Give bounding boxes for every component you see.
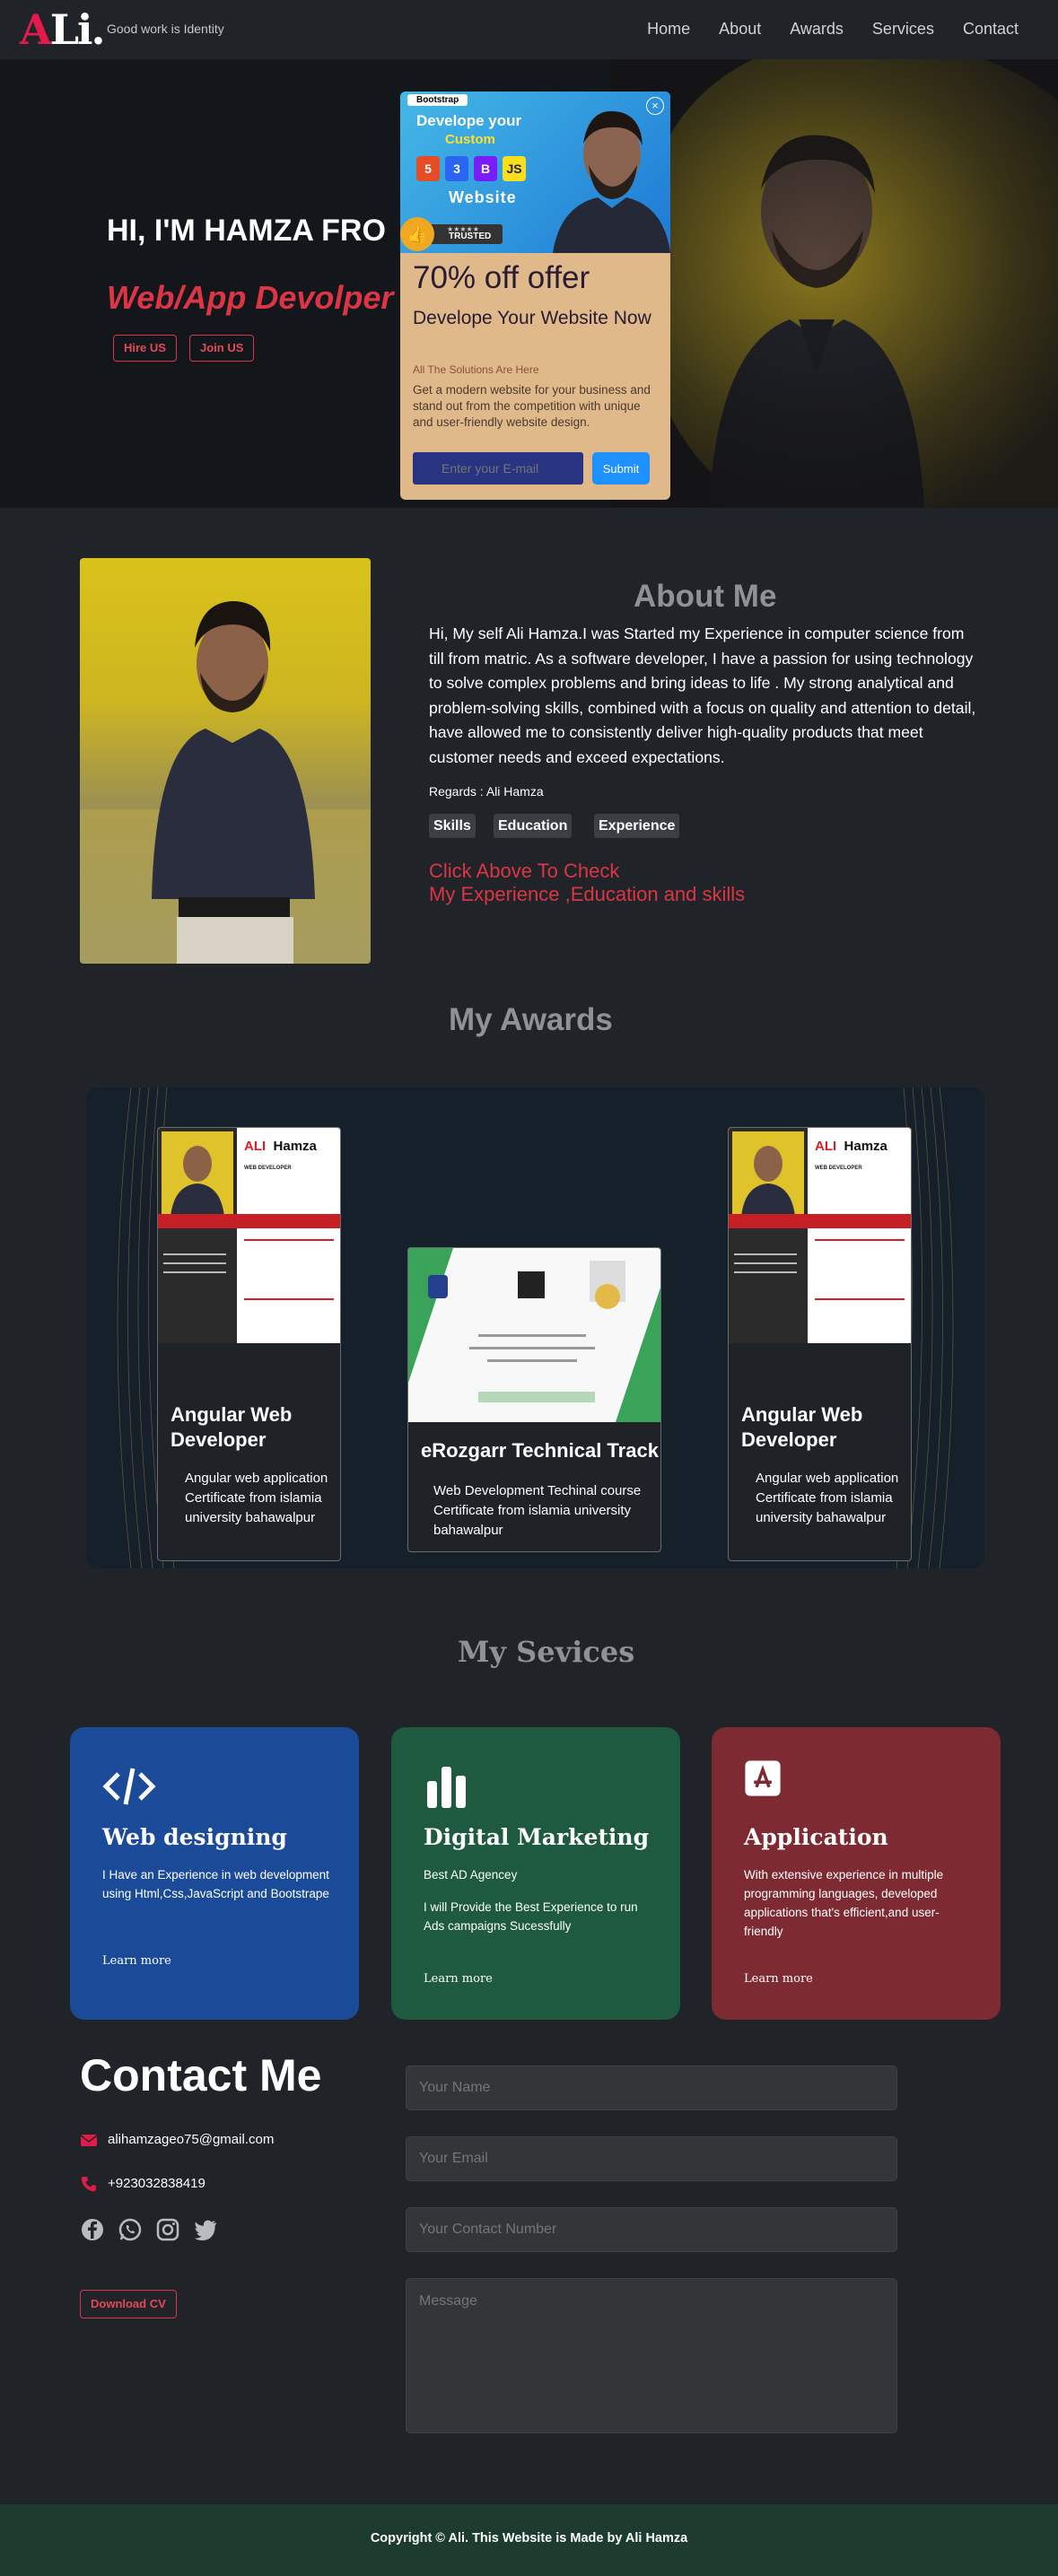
instagram-icon[interactable] (155, 2217, 180, 2242)
html5-icon: 5 (416, 156, 440, 181)
cv-image: ALI Hamza WEB DEVELOPER (729, 1128, 911, 1343)
offer-heading: 70% off offer (413, 260, 590, 295)
offer-description: Get a modern website for your business a… (413, 383, 651, 429)
banner-line-1: Develope your (416, 112, 522, 129)
nav-home[interactable]: Home (647, 20, 690, 39)
learn-more-link[interactable]: Learn more (744, 1972, 813, 1986)
award-title: Angular Web Developer (741, 1403, 863, 1451)
app-store-icon (745, 1760, 781, 1796)
popup-submit-button[interactable]: Submit (592, 452, 650, 485)
twitter-icon[interactable] (193, 2217, 218, 2242)
navbar: ALi. Good work is Identity Home About Aw… (0, 0, 1058, 59)
award-card[interactable]: ALI Hamza WEB DEVELOPER Angular Web Deve… (728, 1127, 912, 1561)
contact-title: Contact Me (80, 2050, 322, 2100)
logo[interactable]: ALi. (20, 5, 106, 54)
cv-image: ALI Hamza WEB DEVELOPER (158, 1128, 340, 1343)
banner-line-2: Custom (445, 132, 495, 147)
javascript-icon: JS (503, 156, 526, 181)
popup-email-input[interactable] (413, 452, 583, 485)
skills-tab[interactable]: Skills (429, 814, 476, 838)
award-card[interactable]: ALI Hamza WEB DEVELOPER Angular Web Deve… (157, 1127, 341, 1561)
nav-links: Home About Awards Services Contact (618, 20, 1019, 39)
banner-line-3: Website (449, 188, 517, 206)
service-title: Web designing (102, 1824, 287, 1850)
facebook-icon[interactable] (80, 2217, 105, 2242)
service-card-marketing: Digital Marketing Best AD Agencey I will … (391, 1727, 680, 2020)
footer: Copyright © Ali. This Website is Made by… (0, 2504, 1058, 2576)
certificate-image (408, 1248, 660, 1422)
whatsapp-icon[interactable] (118, 2217, 143, 2242)
name-input[interactable] (406, 2065, 897, 2110)
about-title: About Me (634, 579, 777, 614)
service-title: Application (744, 1824, 888, 1850)
footer-copyright: Copyright © Ali. This Website is Made by… (370, 2531, 688, 2545)
email-input[interactable] (406, 2136, 897, 2181)
about-regards: Regards : Ali Hamza (429, 784, 544, 799)
popup-portrait (553, 110, 670, 253)
offer-subheading: Develope Your Website Now (413, 308, 651, 328)
tagline: Good work is Identity (107, 22, 224, 36)
join-us-button[interactable]: Join US (189, 335, 255, 362)
bootstrap-icon: B (474, 156, 497, 181)
services-title: My Sevices (458, 1635, 635, 1669)
hero-overlay (610, 59, 1058, 508)
about-hint: Click Above To Check My Experience ,Educa… (429, 860, 746, 905)
nav-contact[interactable]: Contact (963, 20, 1019, 39)
about-portrait (80, 601, 371, 964)
nav-services[interactable]: Services (872, 20, 934, 39)
thumbs-up-icon: 👍 (400, 217, 434, 251)
award-description: Angular web application Certificate from… (756, 1471, 899, 1525)
award-title: Angular Web Developer (171, 1403, 293, 1451)
about-text: Hi, My self Ali Hamza.I was Started my E… (429, 624, 976, 766)
award-description: Angular web application Certificate from… (185, 1471, 328, 1525)
phone-icon (81, 2177, 96, 2192)
message-textarea[interactable] (406, 2278, 897, 2433)
education-tab[interactable]: Education (494, 814, 573, 838)
service-card-web: Web designing I Have an Experience in we… (70, 1727, 359, 2020)
contact-phone[interactable]: +923032838419 (108, 2176, 205, 2191)
hero-role: Web/App Devolper (107, 279, 394, 316)
contact-email[interactable]: alihamzageo75@gmail.com (108, 2132, 274, 2147)
contact-number-input[interactable] (406, 2207, 897, 2252)
envelope-icon (80, 2135, 98, 2146)
awards-title: My Awards (449, 1002, 613, 1037)
popup-banner: Bootstrap Develope your Custom 5 3 B JS … (400, 92, 670, 253)
learn-more-link[interactable]: Learn more (102, 1954, 171, 1968)
nav-about[interactable]: About (719, 20, 761, 39)
experience-tab[interactable]: Experience (594, 814, 680, 838)
service-description: Best AD Agencey I will Provide the Best E… (424, 1868, 638, 1933)
bar-chart-icon (427, 1767, 466, 1808)
learn-more-link[interactable]: Learn more (424, 1972, 493, 1986)
award-title: eRozgarr Technical Track (421, 1439, 659, 1462)
service-card-application: Application With extensive experience in… (712, 1727, 1001, 2020)
service-description: With extensive experience in multiple pr… (744, 1868, 944, 1938)
hero-title: HI, I'M HAMZA FRO (107, 214, 386, 248)
css3-icon: 3 (445, 156, 468, 181)
bootstrap-badge: Bootstrap (407, 94, 468, 106)
service-description: I Have an Experience in web development … (102, 1868, 329, 1900)
awards-carousel: ALI Hamza WEB DEVELOPER Angular Web Deve… (86, 1087, 984, 1568)
hire-us-button[interactable]: Hire US (113, 335, 177, 362)
download-cv-button[interactable]: Download CV (80, 2290, 177, 2318)
close-icon[interactable]: × (646, 97, 664, 115)
award-card[interactable]: eRozgarr Technical Track Web Development… (407, 1247, 661, 1552)
award-description: Web Development Techinal course Certific… (433, 1483, 642, 1538)
nav-awards[interactable]: Awards (790, 20, 844, 39)
about-photo (80, 558, 371, 964)
offer-tagline: All The Solutions Are Here (413, 363, 539, 376)
service-title: Digital Marketing (424, 1824, 650, 1850)
offer-popup: Bootstrap Develope your Custom 5 3 B JS … (400, 92, 670, 500)
code-icon (102, 1768, 156, 1805)
